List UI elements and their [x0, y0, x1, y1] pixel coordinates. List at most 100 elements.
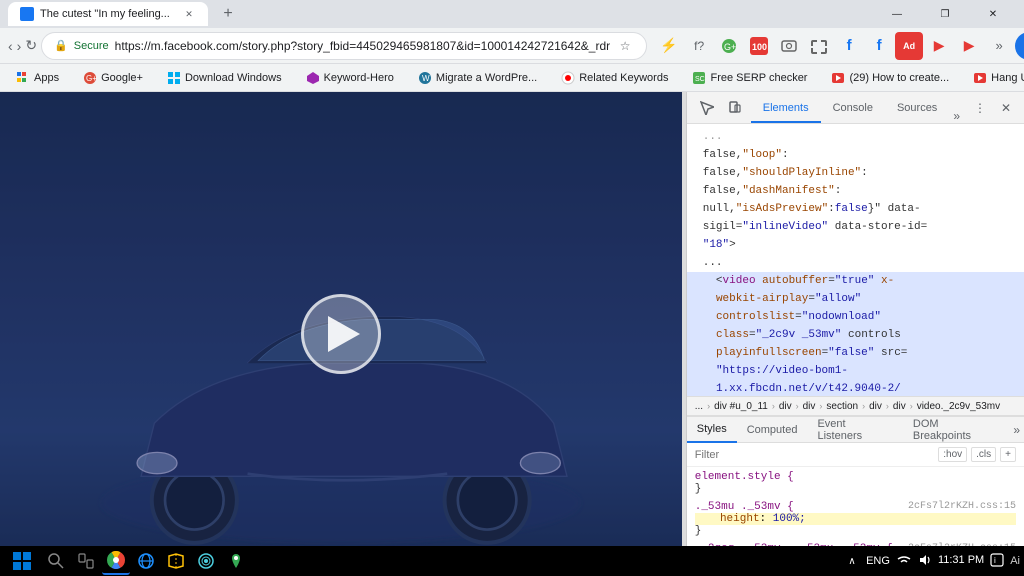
filter-bar: :hov .cls + [687, 443, 1024, 467]
adblock-icon[interactable]: Ad [895, 32, 923, 60]
browser-tab[interactable]: The cutest "In my feeling... ✕ [8, 2, 208, 26]
windows-bookmark-label: Download Windows [185, 72, 282, 84]
forward-button[interactable]: › [17, 32, 22, 60]
html-line-selected: class="_2c9v _53mv" controls [687, 326, 1024, 344]
profile-avatar[interactable]: P [1015, 32, 1024, 60]
css-closing-brace2: } [695, 525, 702, 537]
maximize-button[interactable]: ❐ [922, 0, 968, 28]
bookmark-star-icon[interactable]: ☆ [616, 37, 634, 55]
secure-label: Secure [74, 40, 109, 52]
bookmark-opera[interactable]: Related Keywords [553, 67, 676, 89]
bookmark-windows[interactable]: Download Windows [159, 67, 290, 89]
bookmark-googleplus[interactable]: G+ Google+ [75, 67, 151, 89]
html-line: ... [687, 254, 1024, 272]
video-play-button[interactable] [301, 294, 381, 374]
screen-capture-icon[interactable] [805, 32, 833, 60]
html-line: null,"isAdsPreview":false}" data- [687, 200, 1024, 218]
more-toolbar-icon[interactable]: » [985, 32, 1013, 60]
breadcrumb-video[interactable]: video._2c9v_53mv [917, 401, 1000, 412]
password-icon[interactable]: f? [685, 32, 713, 60]
facebook-icon[interactable]: f [835, 32, 863, 60]
task-view-button[interactable] [72, 547, 100, 575]
network-icon[interactable] [896, 555, 912, 567]
hov-filter-button[interactable]: :hov [938, 447, 967, 462]
devtools-close-button[interactable]: ✕ [996, 98, 1016, 118]
video-container: video._2c9v_53mv 854.67×1282 [0, 92, 682, 576]
css-source-53mu[interactable]: 2cFs7l2rKZH.css:15 [908, 501, 1016, 513]
address-bar[interactable]: 🔒 Secure https://m.facebook.com/story.ph… [41, 32, 647, 60]
element-style-selector: element.style { [695, 471, 794, 483]
devtools-settings-button[interactable]: ⋮ [968, 96, 992, 120]
translate-icon[interactable]: G+ [715, 32, 743, 60]
ai-label[interactable]: Ai [1010, 555, 1020, 567]
dom-breakpoints-tab[interactable]: DOM Breakpoints [903, 417, 1009, 443]
action-center-icon[interactable]: i [990, 553, 1004, 570]
more-styles-tabs[interactable]: » [1009, 423, 1024, 437]
breadcrumb-div4[interactable]: div [893, 401, 906, 412]
bookmark-wp[interactable]: W Migrate a WordPre... [410, 67, 545, 89]
camera-icon[interactable] [775, 32, 803, 60]
minimize-button[interactable]: — [874, 0, 920, 28]
console-tab[interactable]: Console [821, 95, 885, 123]
volume-icon[interactable] [918, 553, 932, 570]
devtools-toolbar: Elements Console Sources » ⋮ ✕ [687, 92, 1024, 124]
new-tab-button[interactable]: + [216, 2, 240, 26]
sources-tab[interactable]: Sources [885, 95, 949, 123]
youtube-icon[interactable]: ▶ [925, 32, 953, 60]
search-button[interactable] [42, 547, 70, 575]
notification-icon[interactable]: 100 [745, 32, 773, 60]
wp-bm-icon: W [418, 71, 432, 85]
more-tabs-button[interactable]: » [949, 109, 964, 123]
facebook-page: video._2c9v_53mv 854.67×1282 [0, 92, 682, 576]
devtools-tabs: Elements Console Sources » [751, 93, 964, 123]
youtube2-icon[interactable]: ▶ [955, 32, 983, 60]
styles-tab[interactable]: Styles [687, 417, 737, 443]
breadcrumb-div-u0-11[interactable]: div #u_0_11 [714, 401, 768, 412]
breadcrumb-div3[interactable]: div [869, 401, 882, 412]
start-button[interactable] [4, 547, 40, 575]
styles-tabs: Styles Computed Event Listeners DOM Brea… [687, 417, 1024, 443]
breadcrumb-ellipsis[interactable]: ... [695, 401, 703, 412]
html-panel[interactable]: ... false,"loop": false,"shouldPlayInlin… [687, 124, 1024, 396]
breadcrumb-div1[interactable]: div [779, 401, 792, 412]
extensions-icon[interactable]: ⚡ [655, 32, 683, 60]
element-style-rule: element.style { } [695, 471, 1016, 495]
bookmark-apps[interactable]: Apps [8, 67, 67, 89]
breadcrumb-separator: › [819, 401, 822, 411]
lang-label[interactable]: ENG [866, 555, 890, 567]
filter-input[interactable] [695, 449, 935, 461]
taskbar-clock[interactable]: 11:31 PM [938, 553, 984, 568]
html-line: false,"dashManifest": [687, 182, 1024, 200]
bookmark-kh[interactable]: Keyword-Hero [298, 67, 402, 89]
breadcrumb-separator: › [772, 401, 775, 411]
add-style-button[interactable]: + [1000, 447, 1016, 462]
bookmark-serp[interactable]: SC Free SERP checker [684, 67, 815, 89]
elements-tab[interactable]: Elements [751, 95, 821, 123]
breadcrumb-section[interactable]: section [826, 401, 858, 412]
bookmarks-bar: Apps G+ Google+ Download Windows Keyword… [0, 64, 1024, 92]
explorer-taskbar-button[interactable] [162, 547, 190, 575]
bookmark-yt2[interactable]: Hang Ups (Want Yo... [965, 67, 1024, 89]
html-line-selected: controlslist="nodownload" [687, 308, 1024, 326]
cls-filter-button[interactable]: .cls [971, 447, 996, 462]
yt2-bookmark-label: Hang Ups (Want Yo... [991, 72, 1024, 84]
cortana-taskbar-button[interactable] [192, 547, 220, 575]
maps-taskbar-button[interactable] [222, 547, 250, 575]
html-line-selected: <video autobuffer="true" x- [687, 272, 1024, 290]
ie-taskbar-button[interactable] [132, 547, 160, 575]
breadcrumb-div2[interactable]: div [803, 401, 816, 412]
facebook2-icon[interactable]: f [865, 32, 893, 60]
close-button[interactable]: ✕ [970, 0, 1016, 28]
event-listeners-tab[interactable]: Event Listeners [807, 417, 902, 443]
back-button[interactable]: ‹ [8, 32, 13, 60]
kh-bm-icon [306, 71, 320, 85]
bookmark-yt1[interactable]: (29) How to create... [823, 67, 957, 89]
tab-close-button[interactable]: ✕ [182, 7, 196, 21]
refresh-button[interactable]: ↻ [25, 32, 37, 60]
chrome-taskbar-button[interactable] [102, 547, 130, 575]
serp-bm-icon: SC [692, 71, 706, 85]
device-toolbar-button[interactable] [723, 96, 747, 120]
up-arrow-tray[interactable]: ∧ [844, 553, 860, 569]
computed-tab[interactable]: Computed [737, 417, 808, 443]
inspect-element-button[interactable] [695, 96, 719, 120]
